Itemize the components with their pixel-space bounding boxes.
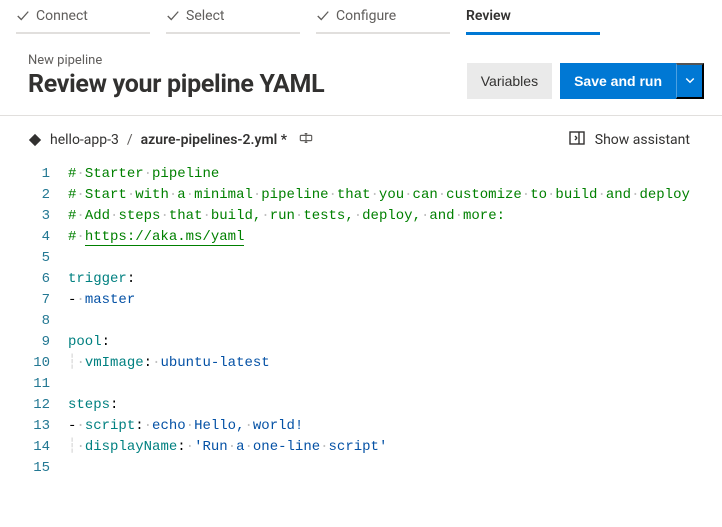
code-line[interactable]: #·Add·steps·that·build,·run·tests,·deplo…: [68, 206, 722, 227]
line-number: 10: [18, 353, 50, 374]
code-line[interactable]: [68, 248, 722, 269]
assistant-panel-icon: [569, 130, 585, 150]
code-line[interactable]: [68, 374, 722, 395]
line-number: 2: [18, 185, 50, 206]
file-name: azure-pipelines-2.yml *: [141, 132, 287, 148]
wizard-tab-label: Configure: [336, 8, 396, 24]
code-line[interactable]: pool:: [68, 332, 722, 353]
check-icon: [316, 9, 330, 23]
path-separator: /: [127, 132, 133, 148]
line-gutter: 123456789101112131415: [18, 164, 68, 479]
variables-button[interactable]: Variables: [467, 63, 552, 99]
wizard-tab-label: Select: [186, 8, 224, 24]
code-line[interactable]: [68, 311, 722, 332]
code-line[interactable]: ┆·vmImage:·ubuntu-latest: [68, 353, 722, 374]
code-editor[interactable]: 123456789101112131415 #·Starter·pipeline…: [0, 164, 722, 479]
code-line[interactable]: trigger:: [68, 269, 722, 290]
wizard-tab-connect[interactable]: Connect: [12, 0, 162, 35]
code-line[interactable]: ┆·displayName:·'Run·a·one-line·script': [68, 437, 722, 458]
line-number: 6: [18, 269, 50, 290]
wizard-tab-label: Connect: [36, 8, 88, 24]
show-assistant-label: Show assistant: [595, 132, 690, 148]
rename-file-icon[interactable]: [299, 131, 313, 149]
wizard-tab-review[interactable]: Review: [462, 0, 612, 35]
code-line[interactable]: [68, 458, 722, 479]
chevron-down-icon: [684, 74, 696, 89]
line-number: 13: [18, 416, 50, 437]
line-number: 15: [18, 458, 50, 479]
page-header: New pipeline Review your pipeline YAML V…: [0, 35, 722, 116]
line-number: 14: [18, 437, 50, 458]
line-number: 12: [18, 395, 50, 416]
save-and-run-button[interactable]: Save and run: [560, 63, 676, 99]
code-line[interactable]: steps:: [68, 395, 722, 416]
check-icon: [166, 9, 180, 23]
code-line[interactable]: #·https://aka.ms/yaml: [68, 227, 722, 248]
line-number: 7: [18, 290, 50, 311]
wizard-tabs: Connect Select Configure Review: [0, 0, 722, 35]
line-number: 3: [18, 206, 50, 227]
wizard-tab-configure[interactable]: Configure: [312, 0, 462, 35]
wizard-tab-label: Review: [466, 8, 511, 24]
code-line[interactable]: -·script:·echo·Hello,·world!: [68, 416, 722, 437]
code-line[interactable]: #·Starter·pipeline: [68, 164, 722, 185]
save-and-run-dropdown[interactable]: [676, 63, 704, 99]
line-number: 4: [18, 227, 50, 248]
file-bar: hello-app-3 / azure-pipelines-2.yml * Sh…: [0, 116, 722, 164]
header-subtitle: New pipeline: [28, 53, 324, 68]
line-number: 1: [18, 164, 50, 185]
line-number: 5: [18, 248, 50, 269]
line-number: 11: [18, 374, 50, 395]
code-line[interactable]: #·Start·with·a·minimal·pipeline·that·you…: [68, 185, 722, 206]
code-line[interactable]: -·master: [68, 290, 722, 311]
line-number: 8: [18, 311, 50, 332]
line-number: 9: [18, 332, 50, 353]
repo-icon: [28, 133, 42, 147]
repo-name[interactable]: hello-app-3: [50, 132, 119, 148]
wizard-tab-select[interactable]: Select: [162, 0, 312, 35]
check-icon: [16, 9, 30, 23]
show-assistant-button[interactable]: Show assistant: [569, 130, 690, 150]
code-content[interactable]: #·Starter·pipeline#·Start·with·a·minimal…: [68, 164, 722, 479]
page-title: Review your pipeline YAML: [28, 70, 324, 99]
